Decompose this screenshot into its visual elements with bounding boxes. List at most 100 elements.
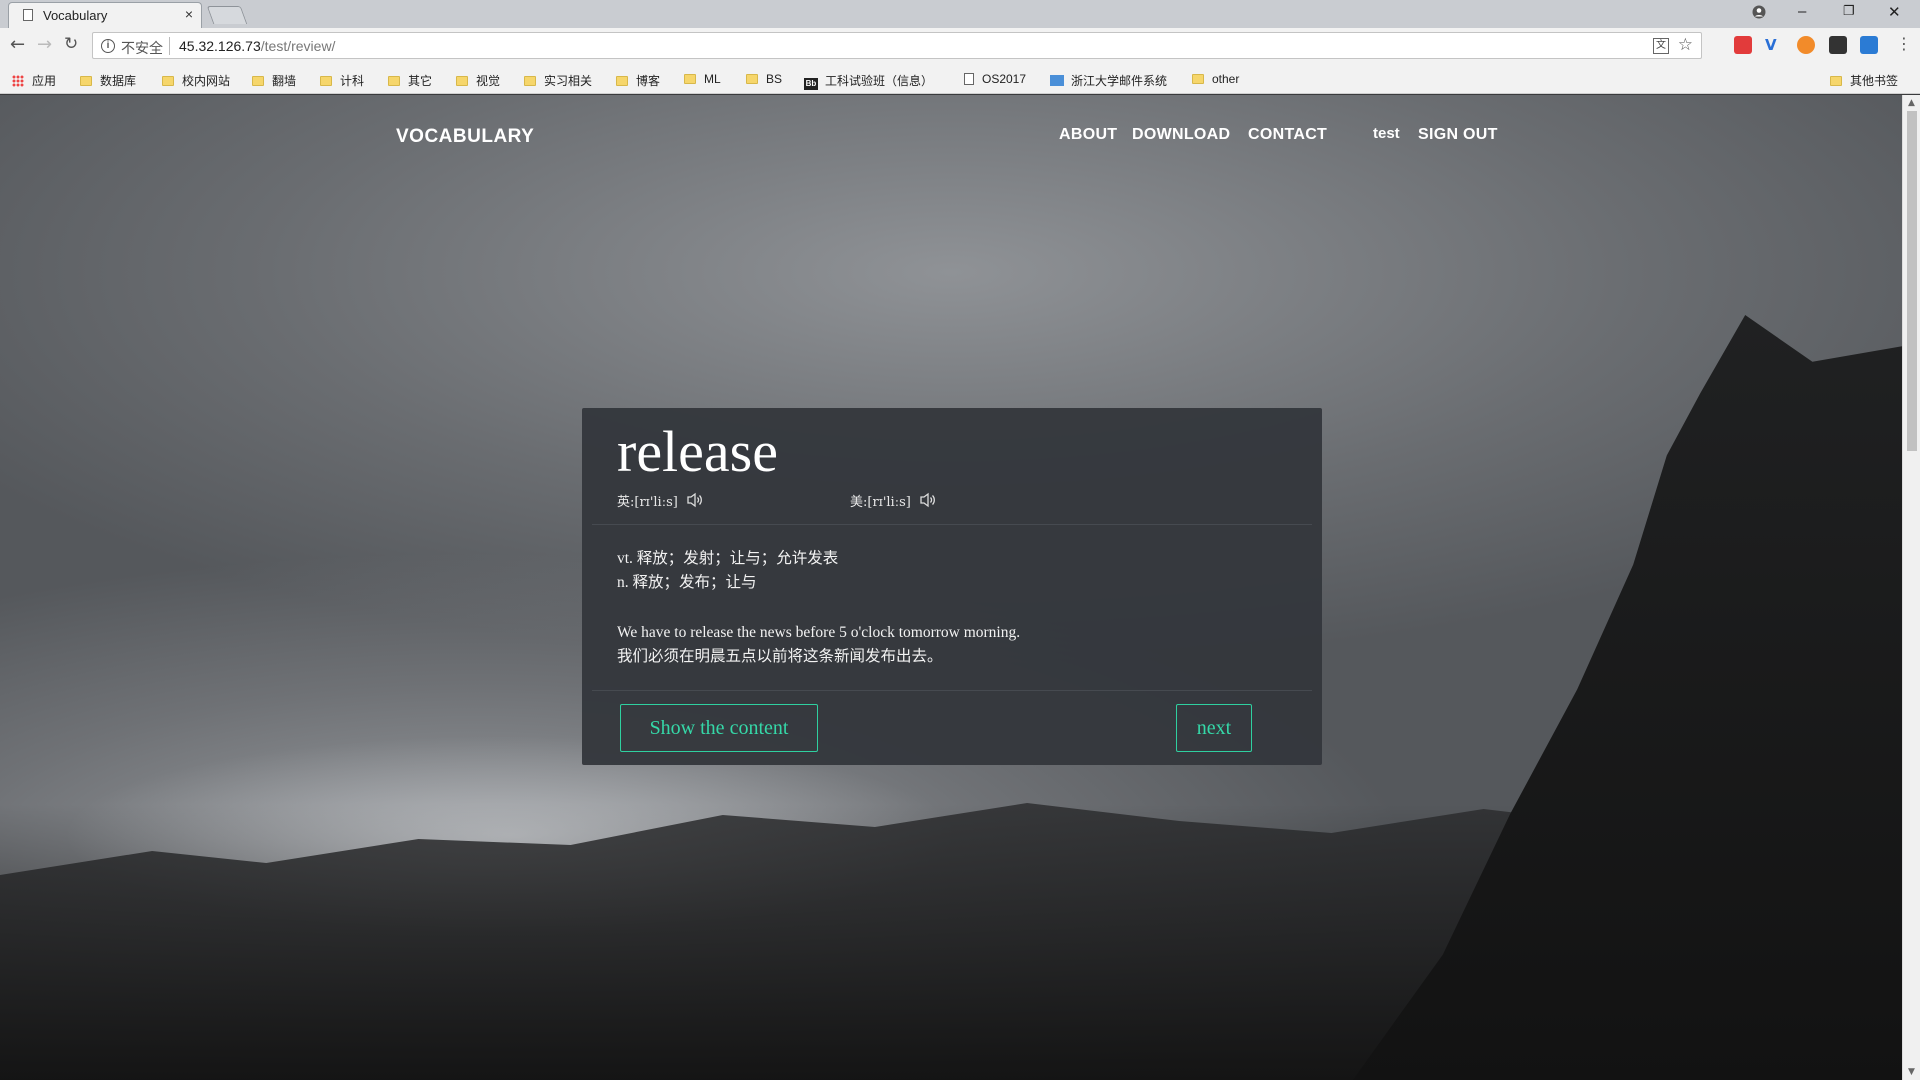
- extension-red-icon[interactable]: [1734, 36, 1752, 54]
- bookmark-link[interactable]: Bb 工科试验班（信息）: [804, 72, 933, 90]
- nav-sign-out[interactable]: SIGN OUT: [1418, 126, 1498, 144]
- scroll-thumb[interactable]: [1907, 111, 1917, 451]
- bookmark-folder[interactable]: 其它: [388, 72, 432, 88]
- browser-toolbar: ← → ↻ i 不安全 45.32.126.73/test/review/ 文 …: [0, 28, 1920, 64]
- word-title: release: [617, 419, 778, 484]
- scroll-down-icon[interactable]: ▼: [1908, 1067, 1915, 1077]
- menu-icon[interactable]: ⋮: [1896, 34, 1912, 53]
- bookmark-folder[interactable]: 实习相关: [524, 72, 592, 88]
- insecure-label: 不安全: [121, 40, 163, 56]
- phonetic-uk: 英:[rɪ'liːs]: [617, 495, 678, 510]
- example-chinese: 我们必须在明晨五点以前将这条新闻发布出去。: [617, 648, 943, 665]
- folder-icon: [524, 76, 536, 86]
- folder-icon: [746, 74, 758, 84]
- nav-contact[interactable]: CONTACT: [1248, 126, 1327, 144]
- extension-sync-icon[interactable]: [1860, 36, 1878, 54]
- url-path: /test/review/: [260, 38, 336, 54]
- word-card: release 英:[rɪ'liːs] 美:[rɪ'liːs] vt. 释放；发…: [582, 408, 1322, 765]
- speaker-us-icon[interactable]: [919, 492, 937, 508]
- folder-icon: [388, 76, 400, 86]
- bookmark-folder[interactable]: 翻墙: [252, 72, 296, 88]
- folder-icon: [320, 76, 332, 86]
- address-bar[interactable]: i 不安全 45.32.126.73/test/review/ 文 ☆: [92, 32, 1702, 59]
- url-text[interactable]: 45.32.126.73/test/review/: [179, 38, 335, 54]
- close-window-button[interactable]: ✕: [1888, 3, 1901, 21]
- bookmark-label: 视觉: [476, 74, 501, 88]
- extension-orange-icon[interactable]: [1797, 36, 1815, 54]
- bookmark-folder[interactable]: ML: [684, 72, 721, 88]
- folder-icon: [456, 76, 468, 86]
- info-icon[interactable]: i: [101, 39, 115, 53]
- bookmark-folder[interactable]: 博客: [616, 72, 660, 88]
- bookmark-label: 数据库: [100, 74, 137, 88]
- speaker-uk-icon[interactable]: [686, 492, 704, 508]
- bookmark-label: other: [1212, 72, 1240, 86]
- definitions: vt. 释放；发射；让与；允许发表 n. 释放；发布；让与: [617, 547, 838, 595]
- bookmark-label: 校内网站: [182, 74, 231, 88]
- nav-download[interactable]: DOWNLOAD: [1132, 126, 1230, 144]
- bookmark-label: 浙江大学邮件系统: [1071, 74, 1168, 88]
- divider: [169, 37, 170, 55]
- folder-icon: [684, 74, 696, 84]
- site-header: VOCABULARY ABOUT DOWNLOAD CONTACT test S…: [0, 95, 1902, 165]
- bookmark-folder[interactable]: BS: [746, 72, 782, 88]
- nav-username[interactable]: test: [1373, 125, 1400, 142]
- next-button[interactable]: next: [1176, 704, 1252, 752]
- browser-tab[interactable]: Vocabulary ×: [8, 2, 202, 28]
- extension-glasses-icon[interactable]: [1829, 36, 1847, 54]
- bookmark-folder[interactable]: 计科: [320, 72, 364, 88]
- bookmark-link[interactable]: 浙江大学邮件系统: [1050, 72, 1167, 88]
- bookmark-folder[interactable]: 视觉: [456, 72, 500, 88]
- mail-icon: [1050, 75, 1064, 86]
- site-brand[interactable]: VOCABULARY: [396, 126, 534, 148]
- close-tab-icon[interactable]: ×: [185, 6, 193, 22]
- divider: [592, 524, 1312, 525]
- nav-about[interactable]: ABOUT: [1059, 126, 1117, 144]
- show-content-button[interactable]: Show the content: [620, 704, 818, 752]
- page-icon: [23, 9, 33, 21]
- bookmark-label: 计科: [340, 74, 365, 88]
- extension-v-icon[interactable]: V: [1765, 36, 1783, 54]
- bookmark-apps[interactable]: 应用: [12, 72, 56, 88]
- bookmark-label: 实习相关: [544, 74, 593, 88]
- bookmark-other[interactable]: 其他书签: [1830, 72, 1898, 88]
- bookmark-label: BS: [766, 72, 783, 86]
- page-scrollbar[interactable]: ▲ ▼: [1902, 95, 1920, 1080]
- new-tab-button[interactable]: [206, 6, 248, 24]
- page-viewport: VOCABULARY ABOUT DOWNLOAD CONTACT test S…: [0, 95, 1902, 1080]
- bookmark-link[interactable]: OS2017: [964, 72, 1026, 88]
- minimize-button[interactable]: –: [1798, 3, 1806, 20]
- bookmark-folder[interactable]: 校内网站: [162, 72, 230, 88]
- bookmark-label: 翻墙: [272, 74, 297, 88]
- example-english: We have to release the news before 5 o'c…: [617, 624, 1021, 641]
- bookmark-label: 其它: [408, 74, 433, 88]
- translate-icon[interactable]: 文: [1653, 38, 1669, 54]
- bookmarks-bar: 应用 数据库 校内网站 翻墙 计科 其它 视觉 实习相关 博客 ML BS Bb…: [0, 64, 1920, 94]
- reload-icon[interactable]: ↻: [64, 34, 78, 54]
- tab-title: Vocabulary: [43, 8, 108, 23]
- divider: [592, 690, 1312, 691]
- folder-icon: [80, 76, 92, 86]
- bookmark-label: 博客: [636, 74, 661, 88]
- folder-icon: [1192, 74, 1204, 84]
- folder-icon: [252, 76, 264, 86]
- url-host: 45.32.126.73: [179, 38, 261, 54]
- bookmark-label: ML: [704, 72, 721, 86]
- bookmark-folder[interactable]: other: [1192, 72, 1239, 88]
- bookmark-star-icon[interactable]: ☆: [1678, 35, 1693, 55]
- bookmark-label: OS2017: [982, 72, 1027, 86]
- phonetic-us: 美:[rɪ'liːs]: [850, 495, 911, 510]
- folder-icon: [162, 76, 174, 86]
- definition-line: vt. 释放；发射；让与；允许发表: [617, 550, 839, 567]
- back-icon[interactable]: ←: [10, 34, 25, 55]
- forward-icon[interactable]: →: [37, 34, 52, 55]
- example-sentence: We have to release the news before 5 o'c…: [617, 621, 1020, 669]
- folder-icon: [616, 76, 628, 86]
- bookmark-folder[interactable]: 数据库: [80, 72, 136, 88]
- bookmark-label: 应用: [32, 74, 57, 88]
- profile-icon[interactable]: [1752, 5, 1766, 23]
- bb-icon: Bb: [804, 78, 818, 90]
- bookmark-label: 其他书签: [1850, 74, 1899, 88]
- restore-button[interactable]: ❐: [1843, 3, 1855, 19]
- scroll-up-icon[interactable]: ▲: [1908, 98, 1915, 108]
